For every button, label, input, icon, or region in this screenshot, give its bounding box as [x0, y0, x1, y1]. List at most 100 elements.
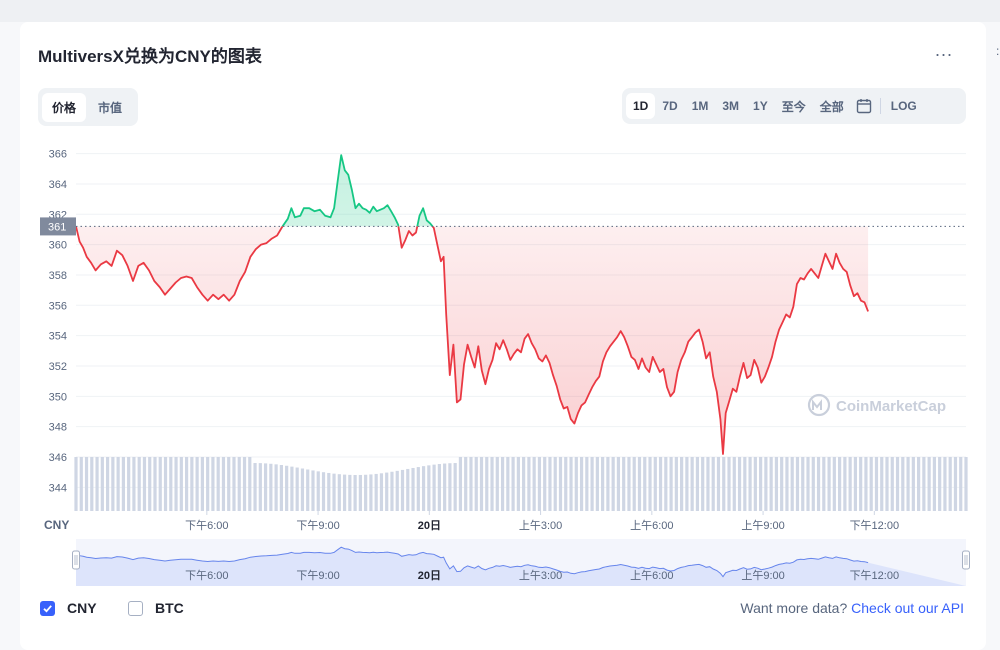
volume-bar — [606, 457, 610, 511]
volume-bar — [885, 457, 889, 511]
y-tick-label: 352 — [49, 361, 67, 373]
coinmarketcap-watermark: CoinMarketCap — [807, 393, 946, 417]
volume-bar — [901, 457, 905, 511]
volume-bar — [279, 464, 283, 511]
volume-bar — [79, 457, 83, 511]
volume-bar — [680, 457, 684, 511]
volume-bar — [111, 457, 115, 511]
volume-bar — [537, 457, 542, 511]
volume-bar — [859, 457, 863, 511]
volume-bar — [437, 464, 441, 511]
navigator-handle[interactable] — [962, 550, 970, 570]
volume-bar — [195, 457, 199, 511]
volume-bar — [932, 457, 937, 511]
x-tick-label: 20日 — [418, 519, 441, 532]
volume-bar — [216, 457, 220, 511]
volume-bar — [137, 457, 141, 511]
volume-bar — [780, 457, 784, 511]
volume-bar — [406, 468, 410, 511]
volume-bar — [316, 471, 320, 511]
volume-bar — [711, 457, 715, 511]
x-tick-label: 上午6:00 — [630, 519, 673, 532]
volume-bar — [400, 469, 405, 511]
volume-bar — [732, 457, 736, 511]
volume-bar — [769, 457, 773, 511]
volume-bar — [948, 457, 952, 511]
volume-bar — [953, 457, 958, 511]
volume-bar — [785, 457, 789, 511]
volume-bar — [74, 457, 78, 511]
volume-bar — [206, 457, 210, 511]
navigator-tick-label: 上午6:00 — [630, 569, 673, 582]
volume-bar — [838, 457, 842, 511]
volume-bar — [200, 457, 204, 511]
volume-bar — [211, 457, 215, 511]
volume-bar — [938, 457, 942, 511]
y-tick-label: 354 — [49, 331, 67, 343]
volume-bar — [263, 463, 268, 511]
volume-bar — [300, 468, 305, 511]
volume-bar — [90, 457, 94, 511]
volume-bar — [727, 457, 731, 511]
volume-bar — [558, 457, 563, 511]
x-tick-label: 下午6:00 — [185, 519, 228, 532]
volume-bar — [564, 457, 568, 511]
navigator-handle[interactable] — [72, 550, 80, 570]
volume-bar — [548, 457, 552, 511]
volume-bar — [416, 467, 420, 511]
volume-bar — [917, 457, 921, 511]
volume-bar — [869, 457, 873, 511]
navigator-tick-label: 上午9:00 — [741, 569, 784, 582]
volume-bar — [142, 457, 147, 511]
volume-bar — [743, 457, 747, 511]
volume-bar — [374, 473, 378, 511]
volume-bar — [890, 457, 894, 511]
volume-bar — [595, 457, 599, 511]
volume-bar — [369, 474, 373, 511]
volume-bar — [253, 463, 257, 511]
volume-bar — [448, 463, 452, 511]
y-tick-label: 344 — [49, 482, 67, 494]
volume-bar — [121, 457, 125, 511]
volume-bar — [395, 470, 399, 511]
volume-bar — [285, 465, 289, 511]
volume-bar — [632, 457, 636, 511]
volume-bar — [248, 457, 252, 511]
volume-bar — [569, 457, 573, 511]
volume-bar — [716, 457, 721, 511]
volume-bar — [895, 457, 900, 511]
volume-bar — [827, 457, 831, 511]
volume-bar — [843, 457, 847, 511]
volume-bar — [153, 457, 157, 511]
volume-bar — [132, 457, 136, 511]
navigator-tick-label: 下午6:00 — [185, 569, 228, 582]
volume-bar — [421, 466, 426, 511]
volume-bar — [911, 457, 915, 511]
volume-bar — [358, 474, 362, 511]
volume-bar — [822, 457, 826, 511]
volume-bar — [485, 457, 489, 511]
x-tick-label: 上午3:00 — [519, 519, 562, 532]
volume-bar — [927, 457, 931, 511]
volume-bar — [627, 457, 631, 511]
volume-bar — [811, 457, 815, 511]
volume-bar — [801, 457, 805, 511]
x-tick-label: 下午9:00 — [296, 519, 339, 532]
y-tick-label: 358 — [49, 270, 67, 282]
volume-bar — [100, 457, 104, 511]
volume-bar — [221, 457, 226, 511]
volume-bar — [490, 457, 494, 511]
y-tick-label: 348 — [49, 422, 67, 434]
y-tick-label: 346 — [49, 452, 67, 464]
y-tick-label: 360 — [49, 240, 67, 252]
volume-bar — [601, 457, 605, 511]
volume-bar — [816, 457, 821, 511]
volume-bar — [637, 457, 642, 511]
volume-bar — [411, 467, 415, 511]
volume-bar — [390, 471, 394, 511]
volume-bar — [184, 457, 189, 511]
volume-bar — [432, 464, 436, 511]
volume-bar — [701, 457, 705, 511]
volume-bar — [327, 472, 331, 511]
volume-bar — [943, 457, 947, 511]
